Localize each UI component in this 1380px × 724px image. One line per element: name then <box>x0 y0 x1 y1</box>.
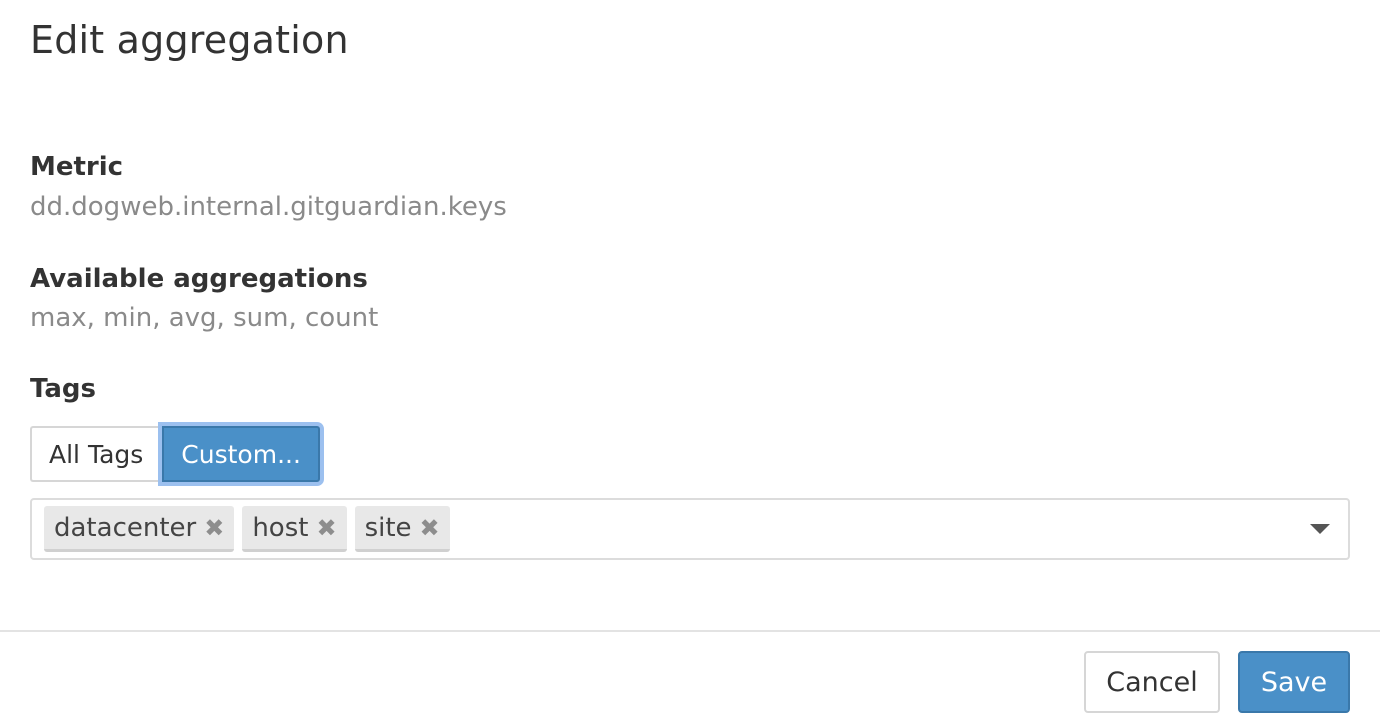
remove-tag-icon[interactable]: ✖ <box>316 516 336 540</box>
custom-tags-button[interactable]: Custom... <box>162 426 320 482</box>
tag-select-input[interactable]: datacenter ✖ host ✖ site ✖ <box>30 498 1350 560</box>
dialog-title: Edit aggregation <box>30 18 349 62</box>
tag-chip-label: site <box>364 512 412 543</box>
tag-chip-label: datacenter <box>54 512 197 543</box>
tag-chip-host: host ✖ <box>242 506 347 552</box>
caret-down-icon[interactable] <box>1310 524 1330 534</box>
remove-tag-icon[interactable]: ✖ <box>420 516 440 540</box>
save-button[interactable]: Save <box>1238 651 1350 713</box>
tag-chip-site: site ✖ <box>354 506 450 552</box>
footer-divider <box>0 630 1380 632</box>
tag-mode-toggle-group: All Tags Custom... <box>30 426 320 482</box>
metric-label: Metric <box>30 152 124 182</box>
edit-aggregation-dialog: Edit aggregation Metric dd.dogweb.intern… <box>0 0 1380 724</box>
aggregations-value: max, min, avg, sum, count <box>30 303 379 333</box>
metric-value: dd.dogweb.internal.gitguardian.keys <box>30 192 507 222</box>
tag-chip-datacenter: datacenter ✖ <box>44 506 235 552</box>
cancel-button[interactable]: Cancel <box>1084 651 1220 713</box>
tag-chip-label: host <box>252 512 309 543</box>
remove-tag-icon[interactable]: ✖ <box>204 516 224 540</box>
aggregations-label: Available aggregations <box>30 264 368 294</box>
all-tags-button[interactable]: All Tags <box>30 426 161 482</box>
tags-label: Tags <box>30 374 97 404</box>
